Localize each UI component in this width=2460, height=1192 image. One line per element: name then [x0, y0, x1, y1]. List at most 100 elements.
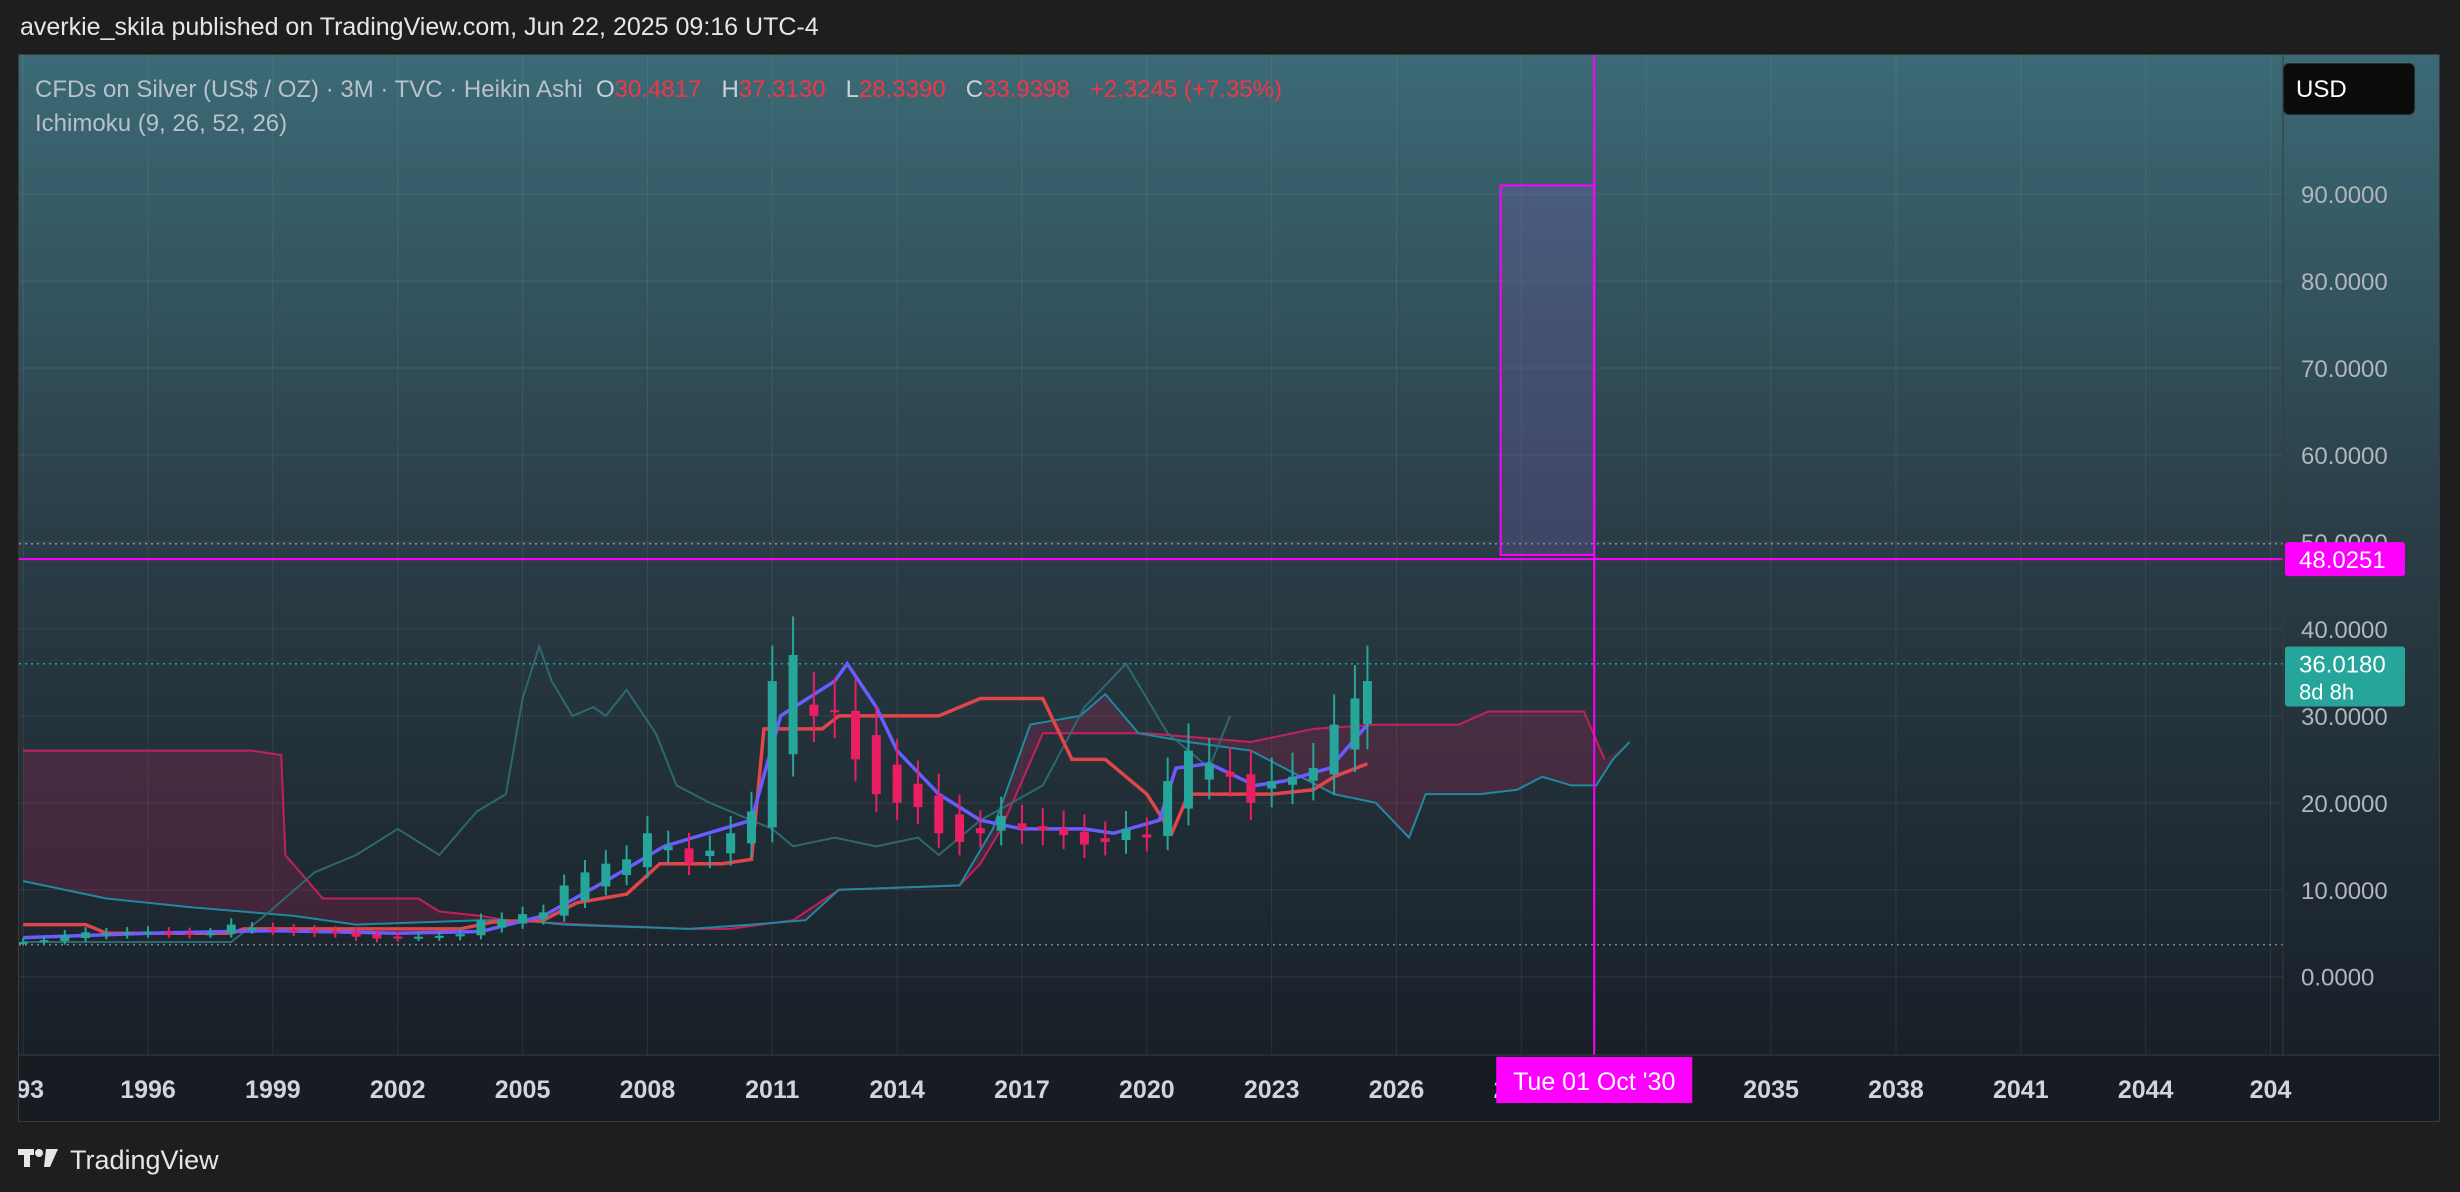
x-tick-label: 2014 [869, 1076, 925, 1104]
candle-body [393, 936, 403, 939]
y-tick-label: 60.0000 [2301, 443, 2388, 470]
candle-body [434, 935, 444, 938]
candle-body [892, 764, 902, 803]
legend-close-value: 33.9398 [983, 76, 1070, 103]
candle-body [455, 934, 465, 937]
candle-body [851, 710, 861, 760]
candle-body [1267, 781, 1277, 789]
candle-body [663, 846, 673, 851]
candle-body [226, 924, 236, 934]
candle-body [955, 814, 965, 842]
x-tick-label: 2008 [620, 1076, 676, 1104]
candle-body [1163, 781, 1173, 837]
candle-body [726, 833, 736, 854]
candle-body [1121, 828, 1131, 841]
candle-body [871, 735, 881, 795]
legend-indicator[interactable]: Ichimoku (9, 26, 52, 26) [35, 107, 1282, 141]
plot-background [19, 55, 2439, 1121]
x-tick-label: 993 [19, 1076, 44, 1104]
candle-body [1246, 774, 1256, 803]
candle-body [1308, 768, 1318, 781]
candle-body [975, 828, 985, 834]
x-tick-label: 2038 [1868, 1076, 1924, 1104]
crosshair-date-label: Tue 01 Oct '30 [1513, 1068, 1675, 1096]
candle-body [1362, 681, 1372, 724]
legend-symbol[interactable]: CFDs on Silver (US$ / OZ) · 3M · TVC · H… [35, 76, 583, 103]
candle-body [601, 863, 611, 887]
candle-body [1329, 724, 1339, 775]
candle-body [476, 920, 486, 936]
x-tick-label: 204 [2250, 1076, 2292, 1104]
candle-body [1059, 828, 1069, 835]
candle-body [81, 932, 91, 939]
price-label-badge: 48.0251 [2285, 542, 2405, 577]
candle-body [247, 928, 257, 931]
candle-body [705, 850, 715, 856]
candle-body [185, 932, 195, 935]
legend-symbol-row: CFDs on Silver (US$ / OZ) · 3M · TVC · H… [35, 73, 1282, 107]
price-label-value: 48.0251 [2299, 547, 2386, 574]
candle-body [1225, 771, 1235, 777]
price-chart[interactable]: 0.000010.000020.000030.000040.000050.000… [19, 55, 2440, 1122]
candle-body [788, 655, 798, 755]
candle-body [122, 932, 132, 935]
candle-body [1017, 823, 1027, 829]
legend-high-value: 37.3130 [738, 76, 826, 103]
candle-body [746, 811, 756, 844]
price-label-badge: 36.01808d 8h [2285, 646, 2405, 707]
legend-close-label: C [965, 76, 984, 103]
publish-info: averkie_skila published on TradingView.c… [20, 13, 819, 41]
candle-body [39, 940, 49, 943]
candle-body [351, 932, 361, 937]
candle-body [622, 859, 632, 876]
tradingview-logo-icon [18, 1145, 60, 1176]
candle-body [289, 929, 299, 932]
chart-panel[interactable]: 0.000010.000020.000030.000040.000050.000… [18, 54, 2440, 1122]
candle-body [996, 815, 1006, 831]
candle-body [559, 885, 569, 916]
y-tick-label: 90.0000 [2301, 182, 2388, 209]
candle-body [1100, 838, 1110, 842]
y-tick-label: 70.0000 [2301, 356, 2388, 383]
rectangle-drawing [1499, 184, 1596, 556]
candle-body [19, 941, 28, 944]
x-tick-label: 2017 [994, 1076, 1050, 1104]
candle-body [60, 935, 70, 942]
price-label-countdown: 8d 8h [2299, 680, 2354, 705]
candle-body [830, 710, 840, 713]
candle-body [1142, 834, 1152, 838]
candle-body [580, 872, 590, 901]
x-tick-label: 1999 [245, 1076, 301, 1104]
chart-legend: CFDs on Silver (US$ / OZ) · 3M · TVC · H… [35, 73, 1282, 141]
candle-body [268, 928, 278, 931]
x-tick-label: 1996 [120, 1076, 176, 1104]
x-tick-label: 2002 [370, 1076, 426, 1104]
footer-brand[interactable]: TradingView [18, 1140, 219, 1180]
y-tick-label: 20.0000 [2301, 791, 2388, 818]
candle-body [934, 795, 944, 834]
candle-body [205, 933, 215, 936]
candle-body [684, 848, 694, 864]
y-tick-label: 0.0000 [2301, 965, 2374, 992]
y-tick-label: 40.0000 [2301, 617, 2388, 644]
y-tick-label: 10.0000 [2301, 878, 2388, 905]
candle-body [309, 930, 319, 933]
candle-body [1183, 750, 1193, 809]
legend-low-label: L [845, 76, 859, 103]
candle-body [809, 704, 819, 716]
x-tick-label: 2023 [1244, 1076, 1300, 1104]
candle-body [1204, 763, 1214, 780]
candle-body [101, 933, 111, 936]
legend-high-label: H [721, 76, 739, 103]
y-tick-label: 30.0000 [2301, 704, 2388, 731]
candle-body [414, 936, 424, 939]
candle-body [372, 934, 382, 939]
x-tick-label: 2005 [495, 1076, 551, 1104]
legend-open-label: O [596, 76, 615, 103]
candle-body [497, 919, 507, 928]
candle-body [1079, 831, 1089, 845]
candle-body [164, 932, 174, 935]
currency-button[interactable]: USD [2283, 63, 2415, 115]
candle-body [913, 783, 923, 808]
candle-body [1288, 776, 1297, 785]
